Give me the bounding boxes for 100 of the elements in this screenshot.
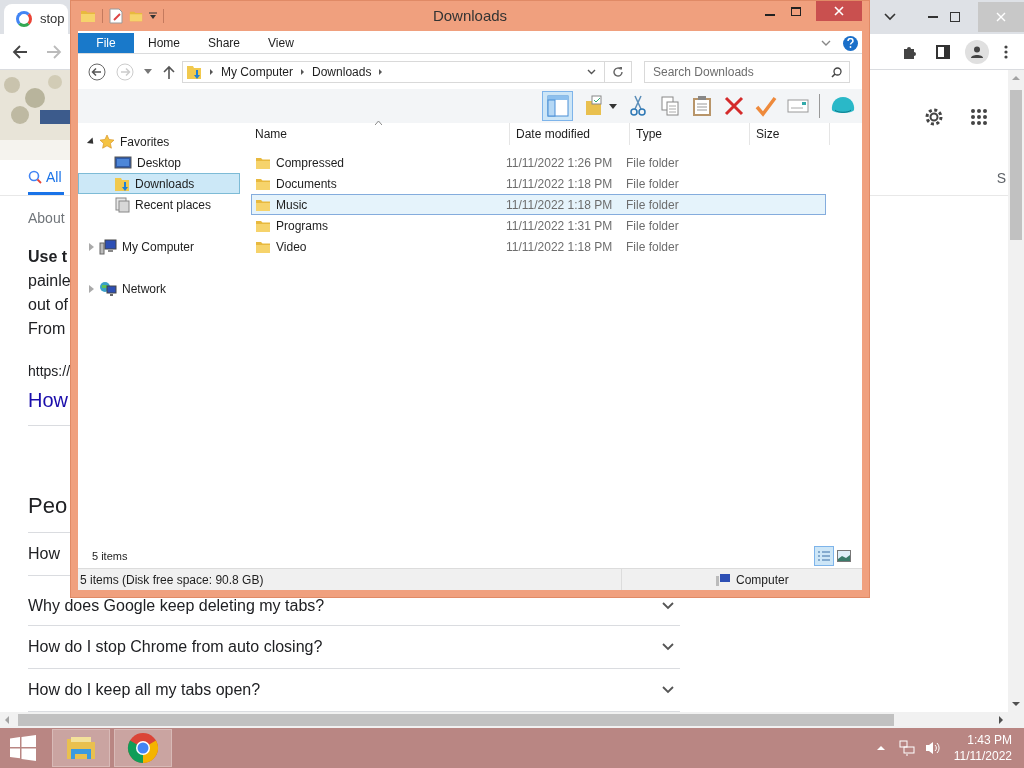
window-title: Downloads — [431, 5, 509, 26]
vertical-scrollbar[interactable] — [1008, 70, 1024, 712]
restore-icon[interactable] — [950, 12, 960, 22]
close-icon — [996, 12, 1006, 22]
chevron-down-icon[interactable] — [662, 601, 674, 610]
checkmark-icon[interactable] — [755, 95, 777, 117]
type-cell-text: File folder — [626, 154, 680, 172]
question-text[interactable]: Why does Google keep deleting my tabs? — [28, 593, 325, 618]
recent-places-icon — [114, 196, 130, 213]
address-bar[interactable]: My Computer Downloads — [182, 60, 632, 83]
file-row[interactable]: Video 11/11/2022 1:18 PM File folder — [251, 236, 826, 257]
chevron-down-icon[interactable] — [662, 643, 674, 651]
date-cell-text: 11/11/2022 1:18 PM — [506, 196, 614, 214]
side-panel-icon[interactable] — [936, 44, 950, 59]
nav-item[interactable]: Desktop — [78, 152, 240, 173]
volume-icon[interactable] — [923, 740, 940, 756]
item-count: 5 items — [92, 548, 128, 564]
chevron-down-icon[interactable] — [587, 68, 596, 75]
folder-icon — [80, 9, 96, 23]
properties-icon[interactable] — [109, 8, 123, 24]
taskbar-button[interactable] — [52, 729, 110, 767]
file-row[interactable]: Documents 11/11/2022 1:18 PM File folder — [251, 173, 826, 194]
question-text[interactable]: How do I keep all my tabs open? — [28, 678, 261, 702]
apps-grid-icon[interactable] — [970, 107, 988, 126]
chrome-icon — [127, 732, 159, 764]
maximize-icon[interactable] — [791, 7, 801, 16]
browser-tab[interactable]: stop — [4, 4, 68, 34]
file-row[interactable]: Music 11/11/2022 1:18 PM File folder — [251, 194, 826, 215]
date-cell-text: 11/11/2022 1:18 PM — [506, 238, 614, 256]
folder-icon — [255, 197, 271, 212]
ribbon-tab[interactable]: View — [254, 33, 308, 53]
nav-item[interactable]: Downloads — [78, 173, 240, 194]
back-icon[interactable] — [88, 62, 106, 81]
status-location: Computer — [736, 571, 789, 589]
horizontal-scrollbar[interactable] — [0, 712, 1024, 728]
layout-pane-button[interactable] — [542, 91, 573, 121]
snippet-line: From — [28, 319, 66, 339]
dropdown-caret-icon[interactable] — [149, 12, 157, 20]
nav-item[interactable]: Recent places — [78, 194, 240, 215]
section-heading: Peo — [28, 492, 68, 520]
windows-start-icon[interactable] — [10, 735, 36, 761]
ribbon-tab[interactable]: Share — [194, 33, 255, 53]
back-icon[interactable] — [12, 43, 28, 60]
question-text[interactable]: How do I stop Chrome from auto closing? — [28, 635, 323, 659]
expand-arrow-icon[interactable] — [89, 284, 94, 293]
nav-item[interactable]: Favorites — [78, 131, 240, 152]
refresh-icon[interactable] — [612, 65, 624, 78]
chevron-down-icon[interactable] — [884, 13, 896, 21]
column-header[interactable]: Date modified — [510, 123, 630, 145]
ribbon-tab[interactable]: Home — [134, 33, 194, 53]
status-text: 5 items (Disk free space: 90.8 GB) — [78, 569, 622, 590]
date-cell-text: 11/11/2022 1:18 PM — [506, 175, 614, 193]
breadcrumb[interactable]: My Computer — [221, 62, 294, 81]
search-tab[interactable]: S — [996, 162, 1006, 195]
type-cell-text: File folder — [626, 217, 680, 235]
file-name: Compressed — [276, 154, 345, 172]
copy-icon[interactable] — [659, 95, 681, 117]
scrollbar-thumb[interactable] — [1010, 90, 1022, 240]
profile-icon[interactable] — [965, 39, 989, 64]
folder-icon — [255, 239, 271, 254]
star-icon — [99, 133, 115, 150]
file-tab[interactable]: File — [78, 33, 134, 53]
menu-icon[interactable] — [1004, 44, 1008, 59]
download-folder-icon — [186, 63, 202, 80]
chevron-down-icon[interactable] — [662, 686, 674, 694]
search-tab[interactable]: All — [28, 162, 64, 195]
nav-item[interactable]: Network — [78, 278, 240, 299]
network-icon — [99, 280, 117, 297]
taskbar-button[interactable] — [114, 729, 172, 767]
folder-icon — [255, 176, 271, 191]
snippet-line: Use t — [28, 247, 68, 267]
file-row[interactable]: Programs 11/11/2022 1:31 PM File folder — [251, 215, 826, 236]
question-text[interactable]: How — [28, 542, 60, 566]
dropdown-caret-icon[interactable] — [609, 103, 617, 109]
nav-item[interactable]: My Computer — [78, 236, 240, 257]
type-cell-text: File folder — [626, 196, 680, 214]
result-title[interactable]: How — [28, 387, 68, 413]
close-button[interactable] — [816, 1, 862, 21]
search-icon — [831, 66, 842, 78]
help-icon[interactable] — [843, 35, 858, 51]
breadcrumb[interactable]: Downloads — [312, 62, 372, 81]
show-hidden-icons-caret[interactable] — [876, 746, 885, 750]
breadcrumb-arrow-icon[interactable] — [379, 68, 383, 75]
column-header[interactable]: Type — [630, 123, 750, 145]
column-header[interactable]: Name — [240, 123, 510, 145]
column-header[interactable]: Size — [750, 123, 830, 145]
scrollbar-thumb[interactable] — [18, 714, 894, 726]
file-row[interactable]: Compressed 11/11/2022 1:26 PM File folder — [251, 152, 826, 173]
scissors-icon[interactable] — [627, 95, 649, 117]
file-explorer-icon — [65, 735, 97, 761]
search-field[interactable]: Search Downloads — [644, 60, 850, 83]
breadcrumb-arrow-icon[interactable] — [301, 68, 305, 75]
expand-arrow-icon[interactable] — [89, 242, 94, 251]
breadcrumb-arrow-icon[interactable] — [210, 68, 213, 75]
google-logo-icon — [16, 11, 32, 27]
date-cell-text: 11/11/2022 1:26 PM — [506, 154, 614, 172]
clipboard-icon[interactable] — [691, 95, 713, 117]
up-arrow-icon[interactable] — [163, 64, 175, 79]
delete-x-icon[interactable] — [723, 95, 745, 117]
network-icon[interactable] — [898, 740, 915, 756]
